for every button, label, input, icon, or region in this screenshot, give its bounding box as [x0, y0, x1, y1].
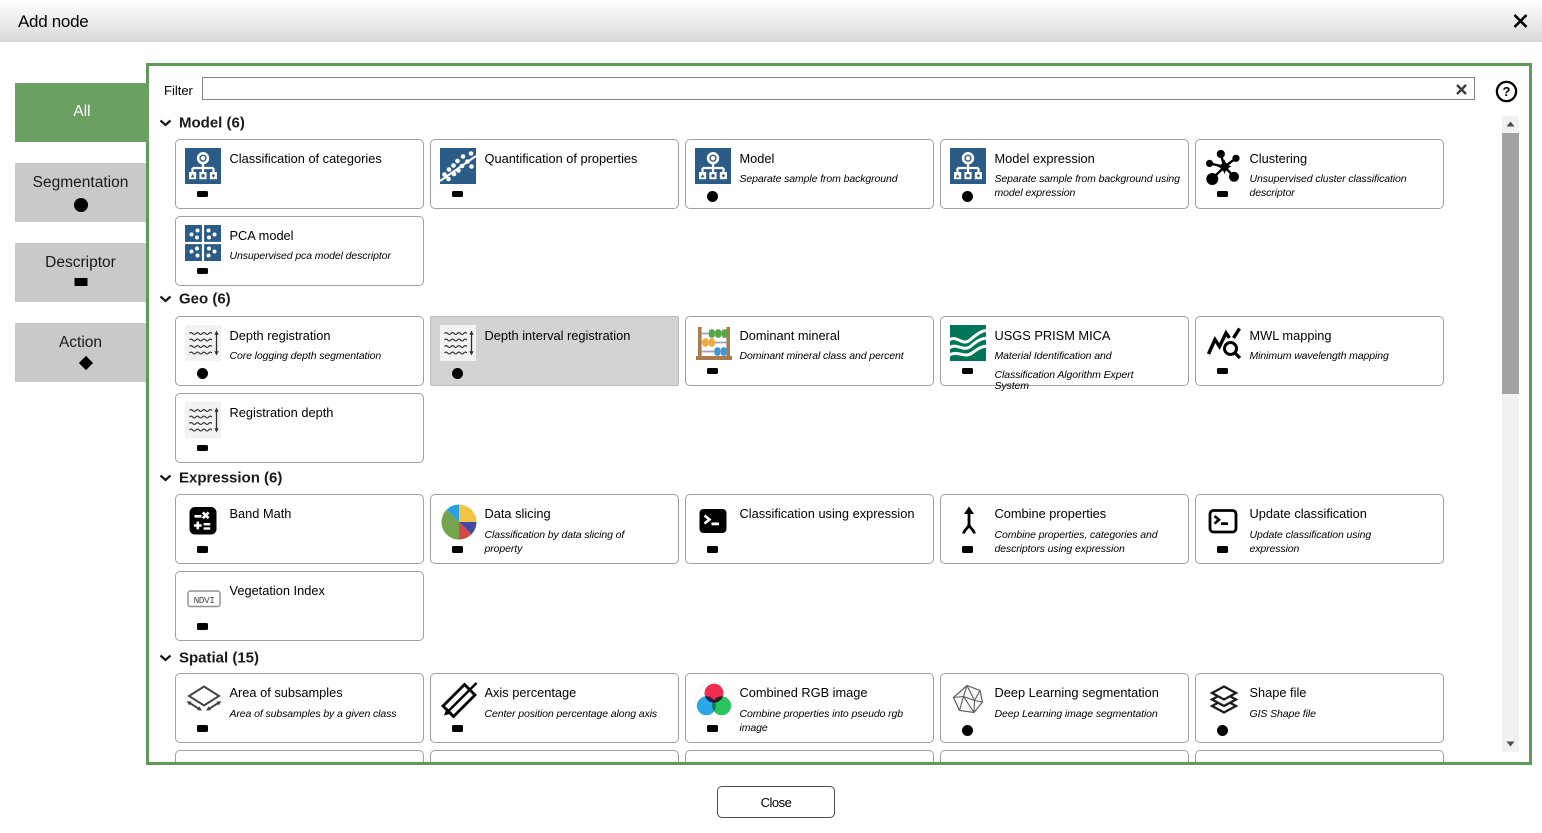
svg-text:?: ? [1503, 84, 1511, 99]
svg-text:NDVI: NDVI [193, 595, 214, 606]
